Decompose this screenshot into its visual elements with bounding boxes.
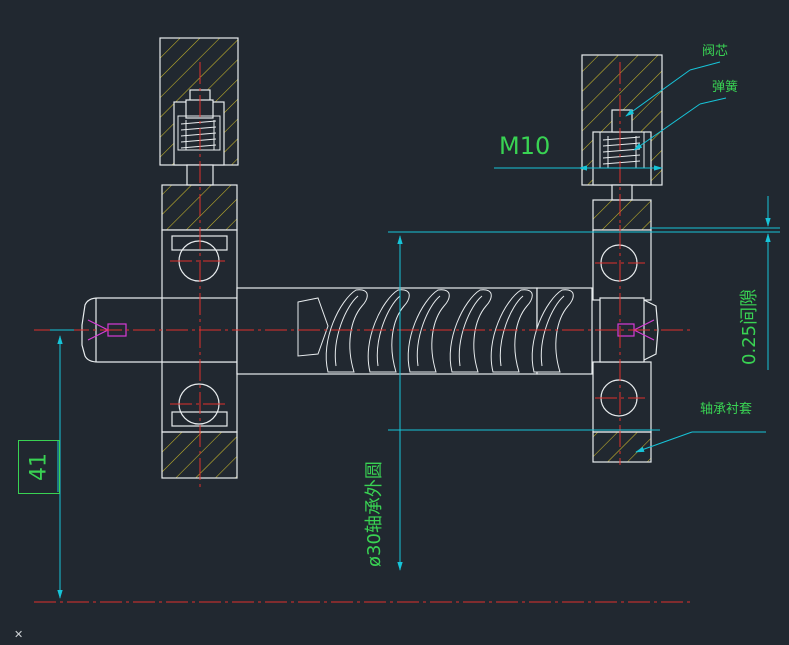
gap-tolerance-label: 0.25间隙 [739, 288, 760, 365]
left-valve-body [159, 37, 239, 166]
dimension-41-box: 41 [18, 440, 60, 494]
diameter-label: ø30轴承外圆 [364, 461, 385, 567]
valve-core-label: 阀芯 [702, 44, 729, 59]
m10-thread-label: M10 [499, 132, 551, 160]
ucs-cursor-icon: ✕ [14, 628, 24, 641]
spring-label: 弹簧 [712, 80, 739, 95]
right-valve-body [581, 54, 663, 186]
bearing-bushing-label: 轴承衬套 [700, 402, 753, 417]
dimension-41-value: 41 [26, 453, 52, 481]
worm-shaft-assembly-drawing [34, 37, 780, 603]
cad-drawing-canvas[interactable]: M10 阀芯 弹簧 轴承衬套 ø30轴承外圆 0.25间隙 41 ✕ [0, 0, 789, 641]
